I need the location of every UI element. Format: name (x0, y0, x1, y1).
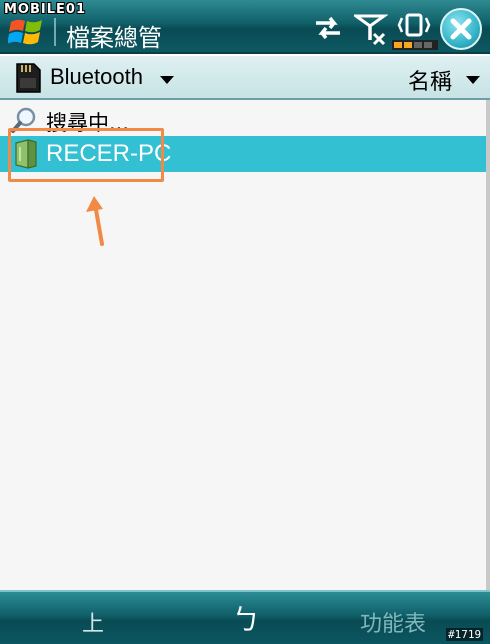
close-button[interactable] (440, 8, 482, 50)
sort-chevron-down-icon[interactable] (466, 76, 480, 84)
file-list: 搜尋中... RECER-PC (0, 100, 490, 590)
folder-chevron-down-icon[interactable] (160, 76, 174, 84)
start-menu-icon[interactable] (8, 16, 44, 48)
location-header: Bluetooth 名稱 (0, 56, 490, 100)
list-item: 搜尋中... (0, 104, 490, 135)
no-signal-icon[interactable] (354, 12, 388, 46)
title-bar: MOBILE01 檔案總管 (0, 0, 490, 54)
image-id-label: #1719 (446, 628, 484, 641)
sd-card-icon[interactable] (14, 62, 42, 94)
vibrate-icon[interactable] (396, 12, 432, 38)
annotation-arrow-icon (86, 196, 104, 246)
battery-icon[interactable] (392, 40, 438, 50)
sync-arrows-icon[interactable] (312, 14, 344, 42)
bluetooth-device-icon (15, 139, 37, 169)
sort-dropdown-label[interactable]: 名稱 (408, 64, 452, 96)
searching-label: 搜尋中... (46, 111, 130, 135)
scrollbar-track[interactable] (486, 100, 490, 590)
softkey-left-button[interactable]: 上 (82, 606, 104, 638)
title-separator (54, 18, 56, 46)
input-method-button[interactable]: ㄅ (232, 598, 260, 638)
list-item[interactable]: RECER-PC (0, 136, 486, 172)
device-name[interactable]: RECER-PC (46, 140, 171, 168)
app-title: 檔案總管 (66, 24, 162, 52)
softkey-menu-button[interactable]: 功能表 (360, 606, 426, 638)
close-icon (450, 18, 472, 40)
search-icon (11, 107, 36, 133)
folder-dropdown-label[interactable]: Bluetooth (50, 64, 143, 90)
softkey-bar: 上 ㄅ 功能表 (0, 590, 490, 644)
